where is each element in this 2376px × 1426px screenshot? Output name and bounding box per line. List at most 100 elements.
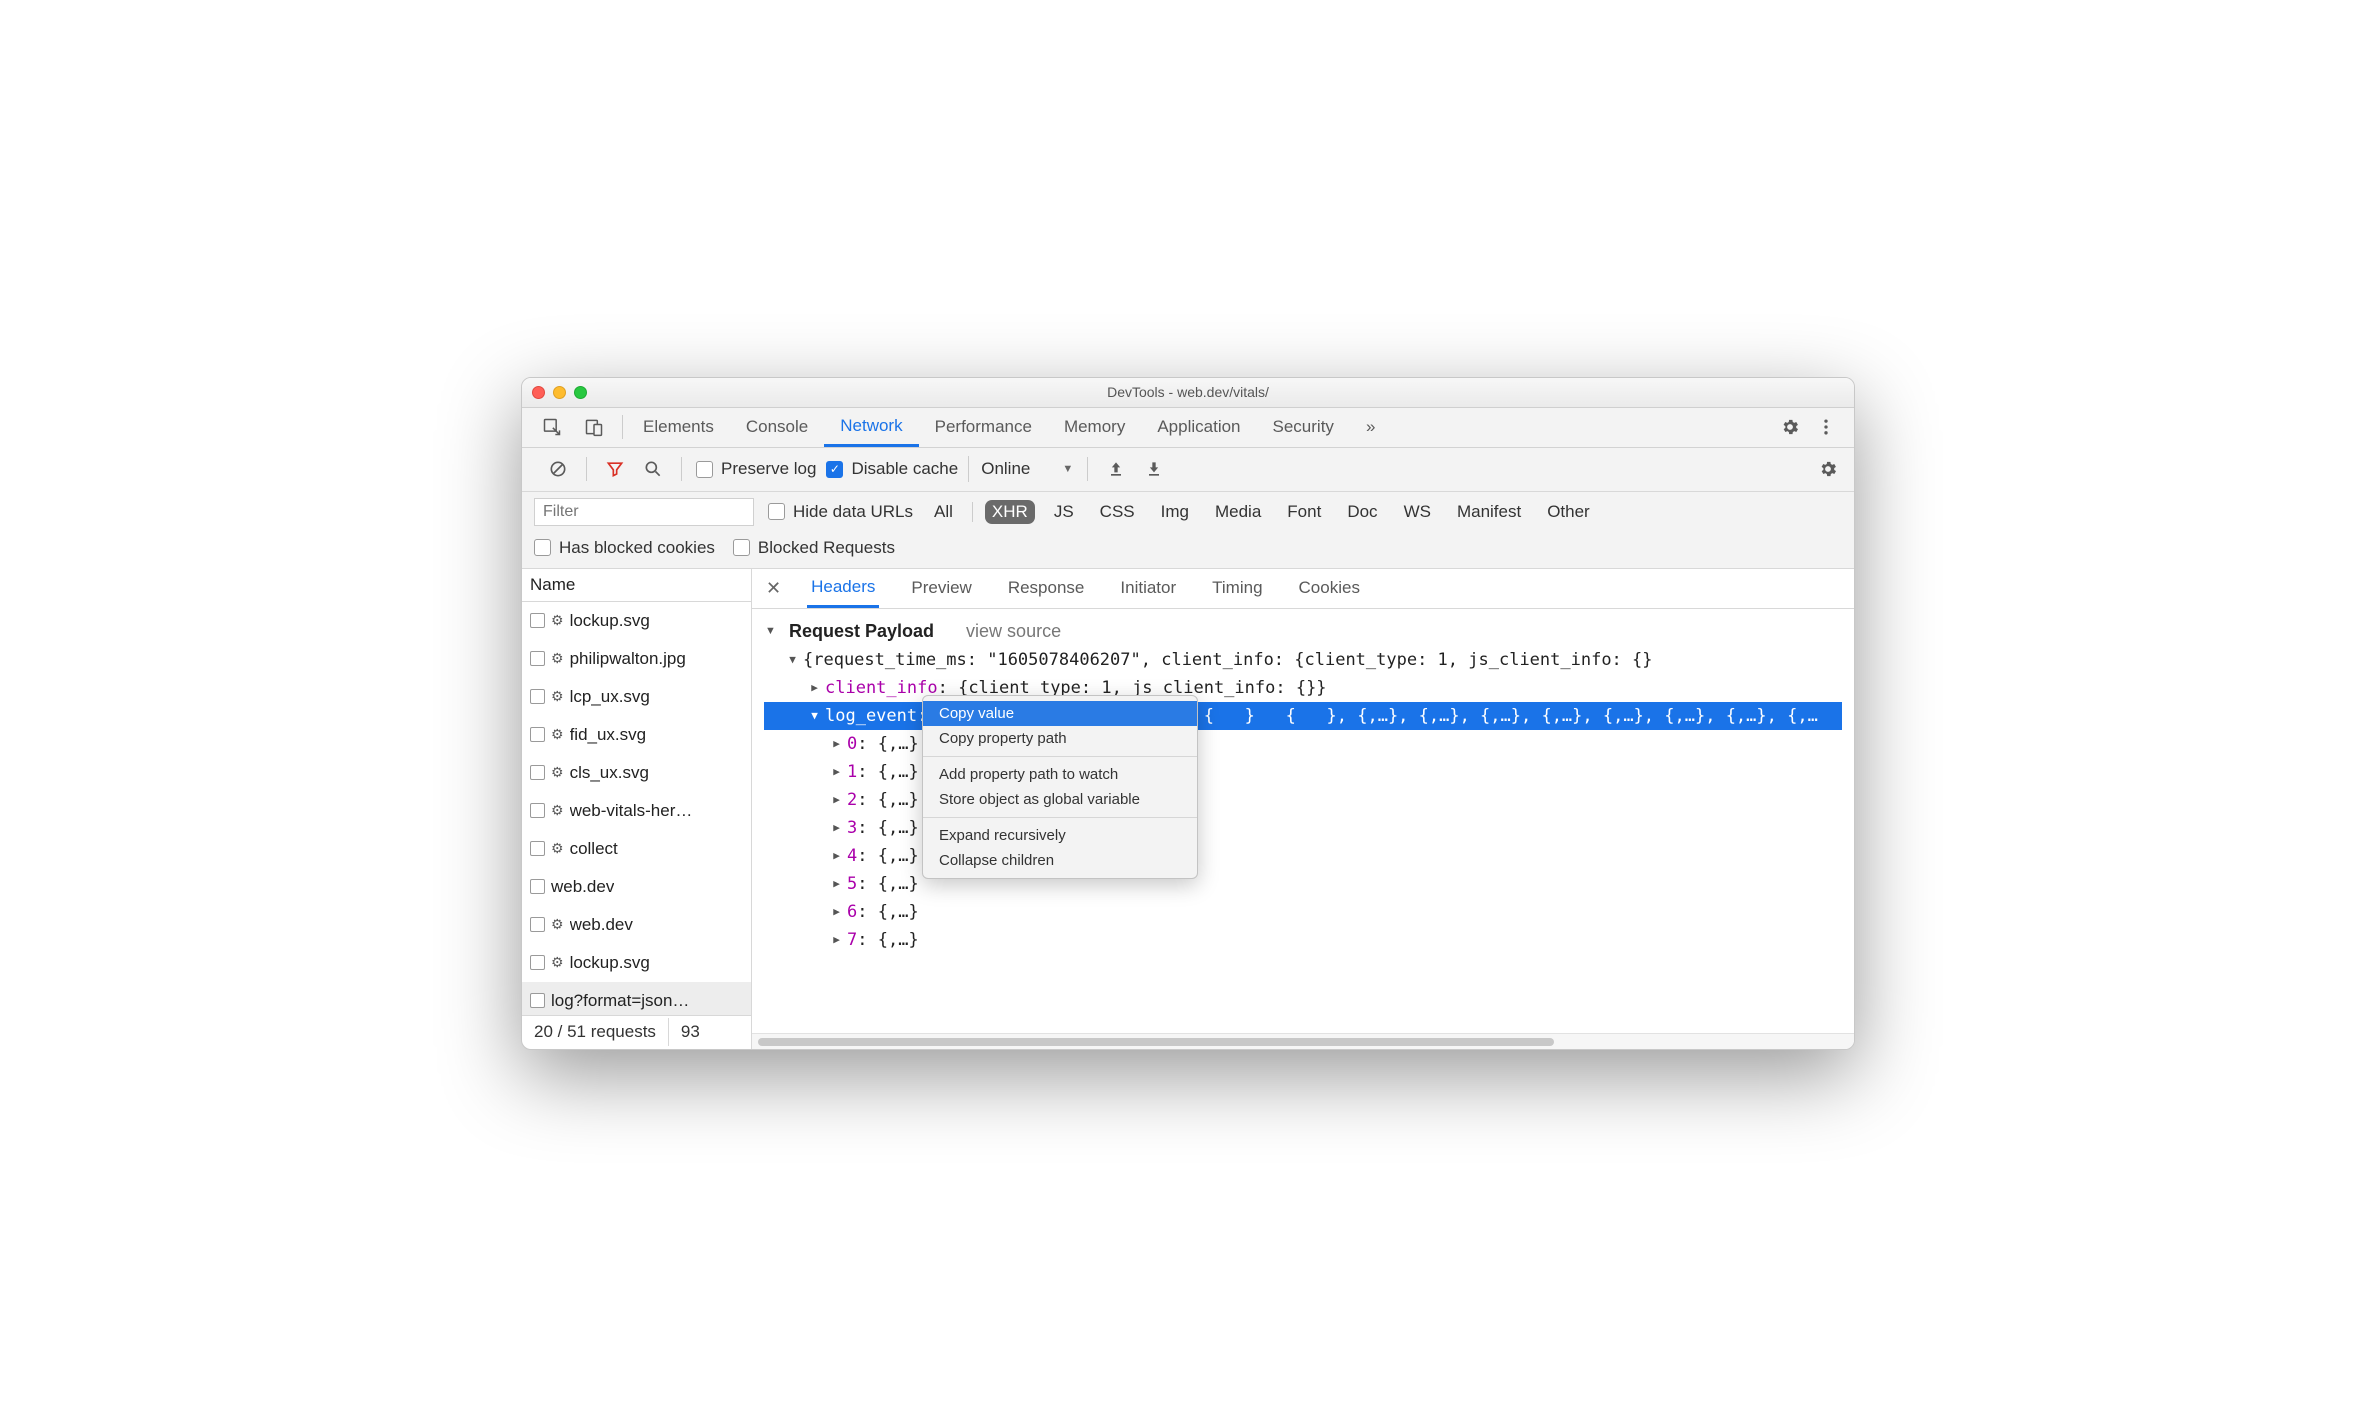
request-row[interactable]: ⚙lockup.svg bbox=[522, 602, 751, 640]
close-detail-button[interactable]: ✕ bbox=[762, 578, 785, 599]
menu-separator bbox=[923, 756, 1197, 757]
horizontal-scrollbar[interactable] bbox=[752, 1033, 1854, 1049]
detail-tab-headers[interactable]: Headers bbox=[807, 568, 879, 608]
divider bbox=[1087, 457, 1088, 481]
request-detail-panel: ✕ Headers Preview Response Initiator Timing C… bbox=[752, 569, 1854, 1049]
preserve-log-checkbox[interactable]: Preserve log bbox=[696, 459, 816, 479]
menu-item[interactable]: Collapse children bbox=[923, 848, 1197, 873]
tabs-overflow-button[interactable]: » bbox=[1350, 407, 1391, 447]
request-row[interactable]: ⚙fid_ux.svg bbox=[522, 716, 751, 754]
file-icon bbox=[530, 727, 545, 742]
detail-tab-cookies[interactable]: Cookies bbox=[1295, 568, 1364, 608]
filter-bar-secondary: Has blocked cookies Blocked Requests bbox=[522, 532, 1854, 569]
triangle-right-icon bbox=[808, 681, 821, 694]
close-window-button[interactable] bbox=[532, 386, 545, 399]
triangle-right-icon bbox=[830, 933, 843, 946]
tree-key: 6 bbox=[847, 902, 857, 922]
request-payload-section[interactable]: Request Payload view source bbox=[764, 617, 1842, 646]
tab-memory[interactable]: Memory bbox=[1048, 407, 1141, 447]
view-source-link[interactable]: view source bbox=[966, 621, 1061, 642]
search-icon[interactable] bbox=[639, 455, 667, 483]
context-menu: Copy valueCopy property path Add property… bbox=[922, 695, 1198, 879]
devtools-window: DevTools - web.dev/vitals/ ElementsConso… bbox=[521, 377, 1855, 1050]
request-row[interactable]: log?format=json… bbox=[522, 982, 751, 1015]
settings-icon[interactable] bbox=[1776, 413, 1804, 441]
menu-item[interactable]: Add property path to watch bbox=[923, 762, 1197, 787]
tab-performance[interactable]: Performance bbox=[919, 407, 1048, 447]
inspect-icon[interactable] bbox=[538, 413, 566, 441]
request-name: log?format=json… bbox=[551, 991, 689, 1011]
tree-child[interactable]: 6: {,…} bbox=[764, 898, 1842, 926]
throttling-select[interactable]: Online ▼ bbox=[968, 456, 1073, 482]
file-icon bbox=[530, 765, 545, 780]
filter-type-xhr[interactable]: XHR bbox=[985, 500, 1035, 524]
menu-item[interactable]: Copy value bbox=[923, 701, 1197, 726]
divider bbox=[972, 502, 973, 522]
file-icon bbox=[530, 841, 545, 856]
tree-key: 1 bbox=[847, 762, 857, 782]
request-row[interactable]: ⚙collect bbox=[522, 830, 751, 868]
filter-type-other[interactable]: Other bbox=[1540, 500, 1597, 524]
filter-input[interactable] bbox=[534, 498, 754, 526]
upload-har-icon[interactable] bbox=[1102, 455, 1130, 483]
tree-child[interactable]: 7: {,…} bbox=[764, 926, 1842, 954]
zoom-window-button[interactable] bbox=[574, 386, 587, 399]
request-name: philipwalton.jpg bbox=[570, 649, 686, 669]
tree-value: {,…} bbox=[878, 734, 919, 754]
download-har-icon[interactable] bbox=[1140, 455, 1168, 483]
request-row[interactable]: web.dev bbox=[522, 868, 751, 906]
detail-tab-response[interactable]: Response bbox=[1004, 568, 1089, 608]
filter-type-media[interactable]: Media bbox=[1208, 500, 1268, 524]
triangle-right-icon bbox=[830, 793, 843, 806]
tab-network[interactable]: Network bbox=[824, 407, 918, 447]
request-list-header[interactable]: Name bbox=[522, 569, 751, 602]
filter-type-css[interactable]: CSS bbox=[1093, 500, 1142, 524]
request-row[interactable]: ⚙lcp_ux.svg bbox=[522, 678, 751, 716]
request-row[interactable]: ⚙web.dev bbox=[522, 906, 751, 944]
request-row[interactable]: ⚙lockup.svg bbox=[522, 944, 751, 982]
gear-icon: ⚙ bbox=[551, 764, 564, 781]
detail-tab-initiator[interactable]: Initiator bbox=[1116, 568, 1180, 608]
tree-root[interactable]: {request_time_ms: "1605078406207", clien… bbox=[764, 646, 1842, 674]
tab-elements[interactable]: Elements bbox=[627, 407, 730, 447]
kebab-menu-icon[interactable] bbox=[1812, 413, 1840, 441]
filter-type-manifest[interactable]: Manifest bbox=[1450, 500, 1528, 524]
tree-key: client_info bbox=[825, 678, 938, 698]
filter-type-doc[interactable]: Doc bbox=[1340, 500, 1384, 524]
filter-type-js[interactable]: JS bbox=[1047, 500, 1081, 524]
clear-icon[interactable] bbox=[544, 455, 572, 483]
network-settings-icon[interactable] bbox=[1814, 455, 1842, 483]
triangle-right-icon bbox=[830, 905, 843, 918]
devtools-tabs: ElementsConsoleNetworkPerformanceMemoryA… bbox=[522, 408, 1854, 448]
has-blocked-cookies-checkbox[interactable]: Has blocked cookies bbox=[534, 538, 715, 558]
filter-type-all[interactable]: All bbox=[927, 500, 960, 524]
file-icon bbox=[530, 993, 545, 1008]
blocked-requests-checkbox[interactable]: Blocked Requests bbox=[733, 538, 895, 558]
minimize-window-button[interactable] bbox=[553, 386, 566, 399]
menu-item[interactable]: Expand recursively bbox=[923, 823, 1197, 848]
menu-item[interactable]: Copy property path bbox=[923, 726, 1197, 751]
file-icon bbox=[530, 651, 545, 666]
request-row[interactable]: ⚙web-vitals-her… bbox=[522, 792, 751, 830]
disable-cache-checkbox[interactable]: ✓Disable cache bbox=[826, 459, 958, 479]
filter-icon[interactable] bbox=[601, 455, 629, 483]
filter-type-ws[interactable]: WS bbox=[1397, 500, 1438, 524]
tab-console[interactable]: Console bbox=[730, 407, 824, 447]
hide-data-urls-checkbox[interactable]: Hide data URLs bbox=[768, 502, 913, 522]
window-controls bbox=[532, 386, 587, 399]
has-blocked-cookies-label: Has blocked cookies bbox=[559, 538, 715, 558]
detail-tab-timing[interactable]: Timing bbox=[1208, 568, 1266, 608]
section-title: Request Payload bbox=[789, 621, 934, 642]
scrollbar-thumb[interactable] bbox=[758, 1038, 1554, 1046]
request-row[interactable]: ⚙cls_ux.svg bbox=[522, 754, 751, 792]
tree-value: {,…} bbox=[878, 790, 919, 810]
detail-tab-preview[interactable]: Preview bbox=[907, 568, 975, 608]
gear-icon: ⚙ bbox=[551, 726, 564, 743]
device-toolbar-icon[interactable] bbox=[580, 413, 608, 441]
request-row[interactable]: ⚙philipwalton.jpg bbox=[522, 640, 751, 678]
tab-application[interactable]: Application bbox=[1141, 407, 1256, 447]
filter-type-img[interactable]: Img bbox=[1154, 500, 1196, 524]
tab-security[interactable]: Security bbox=[1257, 407, 1350, 447]
filter-type-font[interactable]: Font bbox=[1280, 500, 1328, 524]
menu-item[interactable]: Store object as global variable bbox=[923, 787, 1197, 812]
